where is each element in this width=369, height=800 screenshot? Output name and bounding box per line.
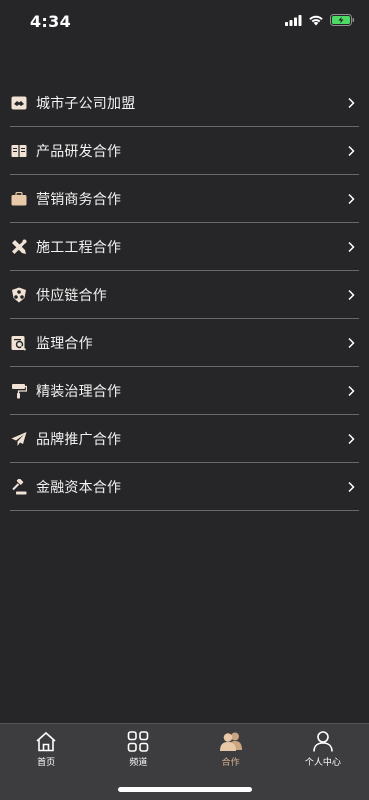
handshake-icon (11, 95, 27, 111)
status-time: 4:34 (30, 12, 71, 31)
menu-item-supply-chain[interactable]: 供应链合作 (10, 271, 359, 319)
menu-item-supervision[interactable]: 监理合作 (10, 319, 359, 367)
chevron-right-icon (348, 97, 355, 108)
supply-chain-icon (11, 287, 27, 303)
book-icon (11, 143, 27, 159)
briefcase-icon (11, 191, 27, 207)
cooperation-menu-list: 城市子公司加盟 产品研发合作 营销商务合作 施工工程合作 供应链合作 监理合作 … (10, 79, 359, 511)
tab-label: 首页 (37, 758, 56, 768)
menu-item-product-rd[interactable]: 产品研发合作 (10, 127, 359, 175)
wifi-icon (308, 14, 324, 26)
chevron-right-icon (348, 385, 355, 396)
menu-item-brand-promotion[interactable]: 品牌推广合作 (10, 415, 359, 463)
chevron-right-icon (348, 337, 355, 348)
chevron-right-icon (348, 193, 355, 204)
menu-item-fine-decoration[interactable]: 精装治理合作 (10, 367, 359, 415)
menu-item-finance-capital[interactable]: 金融资本合作 (10, 463, 359, 511)
tab-profile[interactable]: 个人中心 (277, 724, 369, 800)
status-icons (285, 14, 355, 26)
menu-item-label: 产品研发合作 (36, 143, 122, 160)
menu-item-label: 营销商务合作 (36, 191, 122, 208)
battery-charging-icon (330, 14, 355, 26)
home-indicator[interactable] (117, 787, 252, 792)
tab-bar: 首页 频道 合作 个人中心 (0, 723, 369, 800)
menu-item-label: 城市子公司加盟 (36, 95, 136, 112)
tools-icon (11, 239, 27, 255)
chevron-right-icon (348, 145, 355, 156)
menu-item-construction[interactable]: 施工工程合作 (10, 223, 359, 271)
menu-item-label: 精装治理合作 (36, 383, 122, 400)
tab-label: 合作 (221, 758, 240, 768)
menu-item-label: 施工工程合作 (36, 239, 122, 256)
grid-icon (126, 730, 150, 752)
tab-home[interactable]: 首页 (0, 724, 92, 800)
menu-item-label: 金融资本合作 (36, 479, 122, 496)
inspection-icon (11, 335, 27, 351)
person-icon (311, 730, 335, 752)
menu-item-marketing-business[interactable]: 营销商务合作 (10, 175, 359, 223)
paper-plane-icon (11, 431, 27, 447)
gavel-icon (11, 478, 27, 495)
tab-label: 频道 (129, 758, 148, 768)
chevron-right-icon (348, 241, 355, 252)
home-icon (34, 730, 58, 752)
status-bar: 4:34 (0, 0, 369, 44)
menu-item-label: 监理合作 (36, 335, 93, 352)
menu-item-city-subsidiary[interactable]: 城市子公司加盟 (10, 79, 359, 127)
cellular-signal-icon (285, 14, 302, 26)
chevron-right-icon (348, 289, 355, 300)
menu-item-label: 品牌推广合作 (36, 431, 122, 448)
people-icon (219, 730, 243, 752)
paint-roller-icon (11, 383, 27, 399)
tab-label: 个人中心 (304, 758, 341, 768)
chevron-right-icon (348, 481, 355, 492)
menu-item-label: 供应链合作 (36, 287, 107, 304)
chevron-right-icon (348, 433, 355, 444)
